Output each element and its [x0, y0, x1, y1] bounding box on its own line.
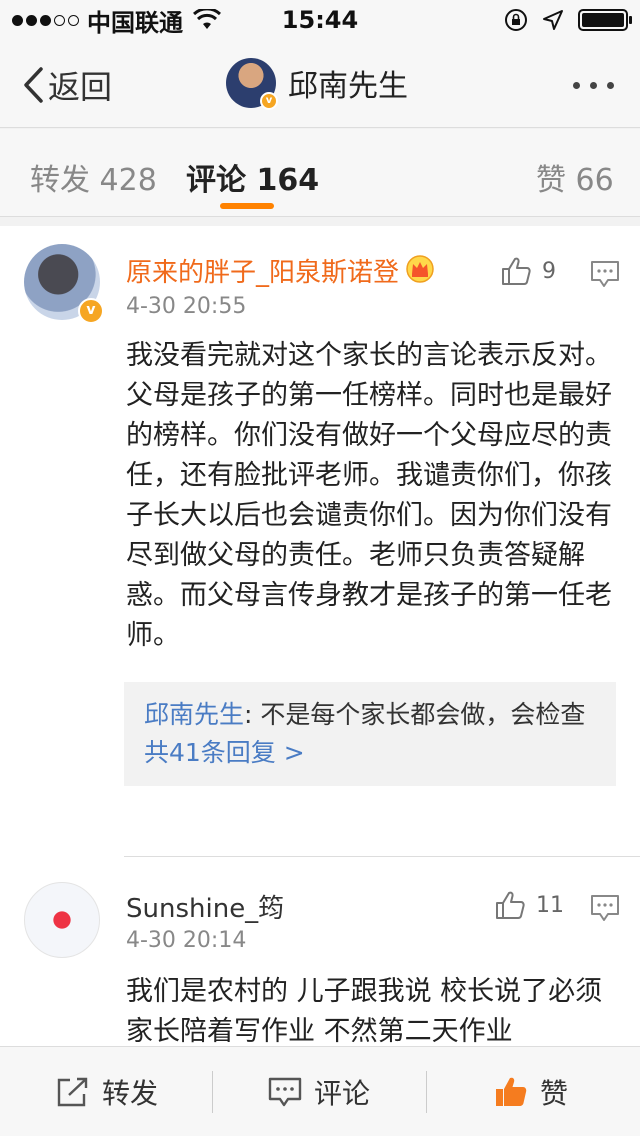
comment-text: 我们是农村的 儿子跟我说 校长说了必须家长陪着写作业 不然第二天作业: [126, 976, 603, 1046]
tab-label: 转发: [30, 163, 90, 198]
back-button[interactable]: 返回: [22, 62, 112, 108]
carrier-name: 中国联通: [87, 8, 183, 37]
avatar[interactable]: v: [226, 58, 278, 110]
tab-label: 评论: [186, 163, 246, 198]
like-button[interactable]: 9: [500, 256, 556, 286]
nav-bar: 返回 v 邱南先生: [0, 40, 640, 128]
tab-repost[interactable]: 转发 428: [30, 155, 157, 199]
avatar[interactable]: [24, 882, 100, 958]
like-button[interactable]: 11: [494, 890, 564, 920]
comment-time: 4-30 20:55: [126, 294, 247, 319]
comment-button[interactable]: 评论: [268, 1047, 370, 1136]
repost-label: 转发: [102, 1077, 159, 1110]
vip-crown-icon: [406, 255, 434, 283]
verified-badge-icon: v: [260, 92, 278, 110]
thumbs-up-filled-icon: [496, 1077, 527, 1106]
tab-label: 赞: [536, 163, 566, 198]
like-label: 赞: [540, 1077, 569, 1110]
bottom-toolbar: 转发 评论 赞: [0, 1046, 640, 1136]
status-bar: 中国联通 15:44: [0, 0, 640, 40]
tab-likes[interactable]: 赞 66: [536, 155, 614, 199]
comment-icon: [268, 1077, 302, 1107]
comment-author-name: 原来的胖子_阳泉斯诺登: [126, 258, 400, 288]
location-arrow-icon: [543, 10, 563, 30]
tab-count: 66: [575, 163, 614, 198]
divider: [124, 856, 640, 857]
comment-label: 评论: [314, 1077, 371, 1110]
like-count: 9: [542, 258, 556, 284]
comment-author[interactable]: Sunshine_筠: [126, 888, 284, 925]
toolbar-separator: [212, 1071, 213, 1113]
comment-text: 我没看完就对这个家长的言论表示反对。父母是孩子的第一任榜样。同时也是最好的榜样。…: [126, 340, 612, 651]
active-tab-indicator: [220, 203, 274, 209]
toolbar-separator: [426, 1071, 427, 1113]
view-replies-link[interactable]: 共41条回复 >: [144, 734, 596, 772]
reply-text: : 不是每个家长都会做，会检查: [244, 700, 586, 729]
thumbs-up-icon: [496, 891, 525, 919]
chevron-left-icon: [24, 67, 43, 103]
reply-comment-icon[interactable]: [590, 260, 620, 288]
battery-icon: [578, 9, 632, 31]
like-post-button[interactable]: 赞: [494, 1047, 568, 1136]
share-icon: [57, 1077, 88, 1107]
page-title: 邱南先生: [288, 69, 408, 104]
signal-strength-icon: [12, 14, 79, 26]
tab-count: 428: [99, 163, 157, 198]
comment-list[interactable]: v 原来的胖子_阳泉斯诺登 4-30 20:55 9 我没看完就对这个家长的言论…: [0, 226, 640, 1046]
profile-header[interactable]: v 邱南先生: [226, 58, 408, 110]
reply-preview[interactable]: 邱南先生: 不是每个家长都会做，会检查 共41条回复 >: [124, 682, 616, 786]
thumbs-up-icon: [502, 257, 531, 285]
reply-comment-icon[interactable]: [590, 894, 620, 922]
avatar[interactable]: v: [24, 244, 104, 324]
rotation-lock-icon: [505, 9, 527, 31]
repost-button[interactable]: 转发: [56, 1047, 158, 1136]
like-count: 11: [536, 892, 564, 918]
reply-author[interactable]: 邱南先生: [144, 700, 244, 729]
verified-badge-icon: v: [78, 298, 104, 324]
tab-comments[interactable]: 评论 164: [186, 155, 319, 199]
back-label: 返回: [48, 68, 113, 106]
tab-bar: 转发 428 评论 164 赞 66: [0, 129, 640, 217]
comment-author[interactable]: 原来的胖子_阳泉斯诺登: [126, 252, 435, 289]
wifi-icon: [193, 9, 221, 29]
tab-count: 164: [256, 163, 320, 198]
more-options-icon[interactable]: [573, 82, 614, 89]
comment-time: 4-30 20:14: [126, 928, 247, 953]
